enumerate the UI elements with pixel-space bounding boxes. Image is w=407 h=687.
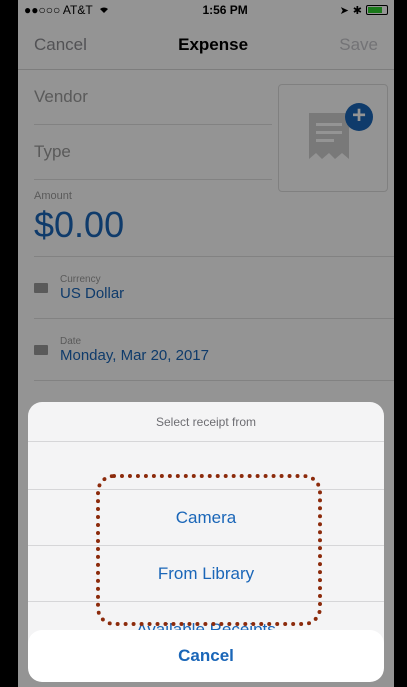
action-sheet-cancel-button[interactable]: Cancel bbox=[28, 630, 384, 682]
action-sheet-title: Select receipt from bbox=[28, 402, 384, 442]
screen: ●●○○○ AT&T 1:56 PM ➤ ✱ Cancel Expense Sa… bbox=[18, 0, 394, 687]
from-library-option[interactable]: From Library bbox=[28, 546, 384, 602]
device-frame: ●●○○○ AT&T 1:56 PM ➤ ✱ Cancel Expense Sa… bbox=[0, 0, 407, 687]
action-sheet-spacer bbox=[28, 442, 384, 490]
camera-option[interactable]: Camera bbox=[28, 490, 384, 546]
action-sheet: Select receipt from Camera From Library … bbox=[28, 402, 384, 658]
